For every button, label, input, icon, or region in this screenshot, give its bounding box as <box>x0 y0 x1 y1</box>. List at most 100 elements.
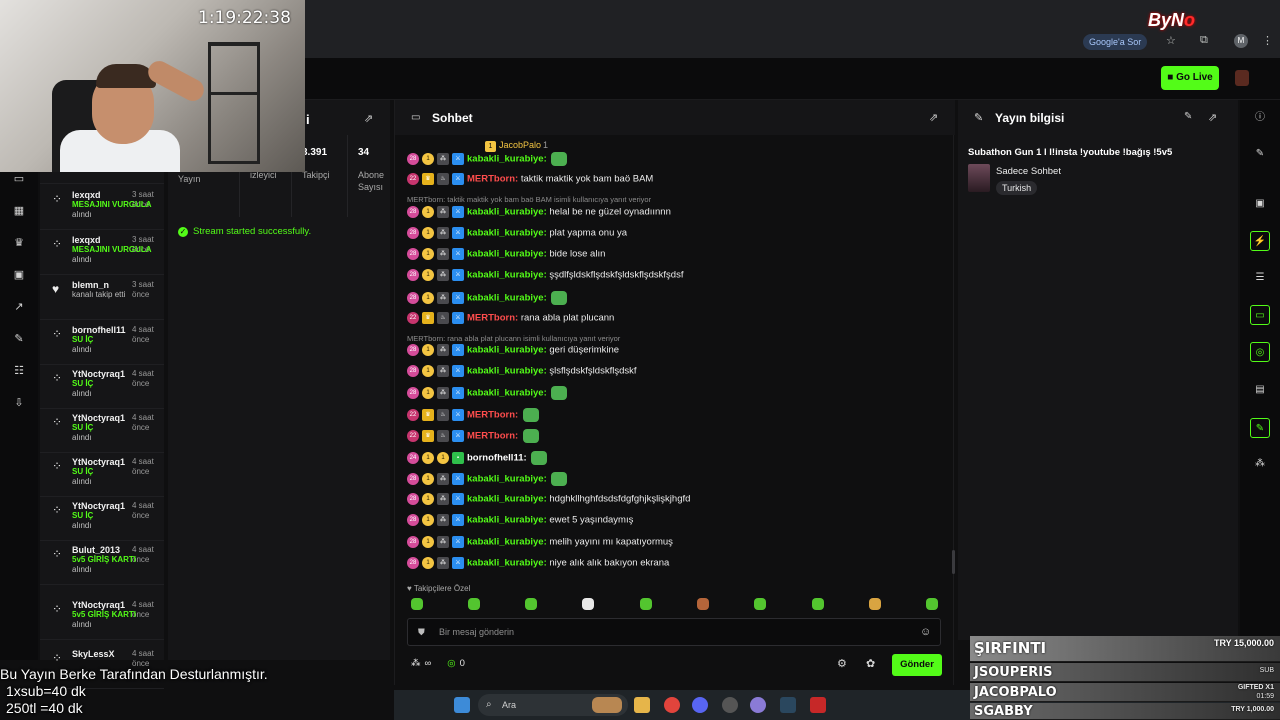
chat-icon[interactable]: ▭ <box>1250 305 1270 325</box>
steam-icon[interactable] <box>780 697 796 713</box>
chat-username[interactable]: bornofhell11: <box>467 453 527 464</box>
activity-feed-item[interactable]: ⁘ bornofhell11 4 saat önce SU İÇ alındı <box>40 321 164 365</box>
activity-feed-item[interactable]: ⁘ YtNoctyraq1 4 saat önce SU İÇ alındı <box>40 453 164 497</box>
emote-icon[interactable] <box>812 598 824 610</box>
chat-message[interactable]: 28 1 ⁂ ⚔ kabakli_kurabiye: <box>407 472 568 488</box>
discord-icon[interactable] <box>692 697 708 713</box>
video-icon[interactable]: ▣ <box>12 268 26 282</box>
chat-username[interactable]: kabakli_kurabiye: <box>467 207 547 218</box>
chat-username[interactable]: MERTborn: <box>467 174 518 185</box>
community-icon[interactable]: ⁂ <box>1250 454 1270 474</box>
chart-icon[interactable]: ↗ <box>12 300 26 314</box>
popout-icon[interactable]: ⇗ <box>929 111 938 124</box>
chat-username[interactable]: kabakli_kurabiye: <box>467 537 547 548</box>
chat-message[interactable]: 28 1 ⁂ ⚔ kabakli_kurabiye: melih yayını mı k… <box>407 536 673 552</box>
activity-feed-item[interactable]: ⁘ YtNoctyraq1 4 saat önce SU İÇ alındı <box>40 497 164 541</box>
activity-feed-item[interactable]: ⁘ YtNoctyraq1 4 saat önce 5v5 GİRİŞ KARTI al… <box>40 596 164 640</box>
chat-username[interactable]: kabakli_kurabiye: <box>467 558 547 569</box>
chat-message[interactable]: 28 1 ⁂ ⚔ kabakli_kurabiye: şlsflşdskfşldskfl… <box>407 365 637 381</box>
chat-message[interactable]: 28 1 ⁂ ⚔ kabakli_kurabiye: <box>407 291 568 307</box>
edit-pencil-icon[interactable]: ✎ <box>1184 111 1192 122</box>
go-live-button[interactable]: ■ Go Live <box>1161 66 1219 90</box>
chat-username[interactable]: kabakli_kurabiye: <box>467 388 547 399</box>
emote-icon[interactable] <box>468 598 480 610</box>
emote-icon[interactable] <box>697 598 709 610</box>
chat-username[interactable]: kabakli_kurabiye: <box>467 494 547 505</box>
chat-message[interactable]: 28 1 ⁂ ⚔ kabakli_kurabiye: hdghkllhghfdsdsfd… <box>407 493 690 509</box>
chat-username[interactable]: kabakli_kurabiye: <box>467 270 547 281</box>
emote-icon[interactable] <box>640 598 652 610</box>
emote-icon[interactable] <box>411 598 423 610</box>
popout-icon[interactable]: ⇗ <box>364 112 373 125</box>
list-icon[interactable]: ☰ <box>1250 268 1270 288</box>
google-ask-chip[interactable]: Google'a Sor <box>1083 34 1148 50</box>
chat-message[interactable]: 28 1 ⁂ ⚔ kabakli_kurabiye: helal be ne güzel… <box>407 206 671 222</box>
emote-icon[interactable] <box>869 598 881 610</box>
activity-feed-item[interactable]: ♥ blemn_n 3 saat önce kanalı takip etti <box>40 276 164 320</box>
chat-username[interactable]: kabakli_kurabiye: <box>467 293 547 304</box>
community-icon[interactable]: ☷ <box>12 364 26 378</box>
chat-username[interactable]: kabakli_kurabiye: <box>467 366 547 377</box>
profile-avatar[interactable]: M <box>1234 34 1248 48</box>
chat-message[interactable]: 28 1 ⁂ ⚔ kabakli_kurabiye: şşdlfşldskflşdskf… <box>407 269 683 285</box>
activity-feed-item[interactable]: ⁘ lexqxd 3 saat önce MESAJINI VURGULA alındı <box>40 186 164 230</box>
video-icon[interactable]: ▣ <box>1250 194 1270 214</box>
activity-feed-item[interactable]: ⁘ Bulut_2013 4 saat önce 5v5 GİRİŞ KARTI alı… <box>40 541 164 585</box>
file-explorer-icon[interactable] <box>634 697 650 713</box>
chat-scrollbar[interactable] <box>952 550 955 574</box>
chat-message[interactable]: 28 1 ⁂ ⚔ kabakli_kurabiye: niye alık alık ba… <box>407 557 669 573</box>
chat-message[interactable]: 22 ♛ ♨ ⚔ MERTborn: rana abla plat plucann <box>407 312 614 328</box>
chat-message[interactable]: 24 1 1 ▪ bornofhell11: <box>407 451 548 467</box>
analytics-icon[interactable]: ▦ <box>12 204 26 218</box>
chat-message[interactable]: 28 1 ⁂ ⚔ kabakli_kurabiye: <box>407 152 568 168</box>
edit-pencil-icon[interactable]: ✎ <box>1250 144 1270 164</box>
browser-menu-icon[interactable]: ⋮ <box>1262 34 1273 47</box>
chat-message[interactable]: 28 1 ⁂ ⚔ kabakli_kurabiye: bide lose alın <box>407 248 605 264</box>
send-button[interactable]: Gönder <box>892 654 942 676</box>
user-avatar[interactable] <box>1235 70 1249 86</box>
chat-username[interactable]: kabakli_kurabiye: <box>467 515 547 526</box>
activity-feed-item[interactable]: ⁘ YtNoctyraq1 4 saat önce SU İÇ alındı <box>40 365 164 409</box>
chat-username[interactable]: MERTborn: <box>467 410 518 421</box>
broadcast-icon[interactable]: ◎ <box>1250 342 1270 362</box>
chat-username[interactable]: kabakli_kurabiye: <box>467 345 547 356</box>
chat-message-input[interactable]: ⛊ Bir mesaj gönderin ☺ <box>407 618 941 646</box>
settings-gear-icon[interactable]: ⚙ <box>837 657 847 670</box>
windows-start-icon[interactable] <box>454 697 470 713</box>
chat-message[interactable]: 28 1 ⁂ ⚔ kabakli_kurabiye: geri düşerimkine <box>407 344 619 360</box>
chat-username[interactable]: kabakli_kurabiye: <box>467 474 547 485</box>
app-icon[interactable] <box>722 697 738 713</box>
emote-icon[interactable] <box>582 598 594 610</box>
emote-icon[interactable] <box>525 598 537 610</box>
extensions-icon[interactable]: ⧉ <box>1200 34 1208 47</box>
pinned-gifter[interactable]: 1 JacobPalo 1 <box>485 140 548 152</box>
wrench-icon[interactable]: ✎ <box>12 332 26 346</box>
chat-message[interactable]: 22 ♛ ♨ ⚔ MERTborn: <box>407 429 539 445</box>
chat-message[interactable]: 28 1 ⁂ ⚔ kabakli_kurabiye: ewet 5 yaşındaymı… <box>407 514 633 530</box>
emote-icon[interactable] <box>754 598 766 610</box>
emoji-picker-icon[interactable]: ☺ <box>920 626 931 638</box>
activity-feed-item[interactable]: ⁘ YtNoctyraq1 4 saat önce SU İÇ alındı <box>40 409 164 453</box>
chat-message[interactable]: 22 ♛ ♨ ⚔ MERTborn: taktik maktik yok bam baö… <box>407 173 653 189</box>
chat-username[interactable]: kabakli_kurabiye: <box>467 228 547 239</box>
chat-username[interactable]: MERTborn: <box>467 313 518 324</box>
activity-feed-item[interactable]: ⁘ lexqxd 3 saat önce MESAJINI VURGULA alındı <box>40 231 164 275</box>
queue-icon[interactable]: ▤ <box>1250 380 1270 400</box>
obs-icon[interactable] <box>810 697 826 713</box>
wrench-icon[interactable]: ✎ <box>1250 418 1270 438</box>
moderation-icon[interactable]: ⇩ <box>12 396 26 410</box>
bookmark-star-icon[interactable]: ☆ <box>1166 34 1176 47</box>
chat-username[interactable]: kabakli_kurabiye: <box>467 154 547 165</box>
browser-source-icon[interactable]: ▭ <box>12 172 26 186</box>
chat-message[interactable]: 22 ♛ ♨ ⚔ MERTborn: <box>407 408 539 424</box>
chat-username[interactable]: MERTborn: <box>467 431 518 442</box>
popout-icon[interactable]: ⇗ <box>1208 111 1217 124</box>
chrome-icon[interactable] <box>664 697 680 713</box>
chat-username[interactable]: kabakli_kurabiye: <box>467 249 547 260</box>
widget-icon[interactable] <box>592 697 622 713</box>
trophy-icon[interactable]: ♛ <box>12 236 26 250</box>
chat-message[interactable]: 28 1 ⁂ ⚔ kabakli_kurabiye: plat yapma onu ya <box>407 227 627 243</box>
lightning-icon[interactable]: ⚡ <box>1250 231 1270 251</box>
emote-icon[interactable] <box>926 598 938 610</box>
info-icon[interactable]: ⓘ <box>1250 108 1270 128</box>
